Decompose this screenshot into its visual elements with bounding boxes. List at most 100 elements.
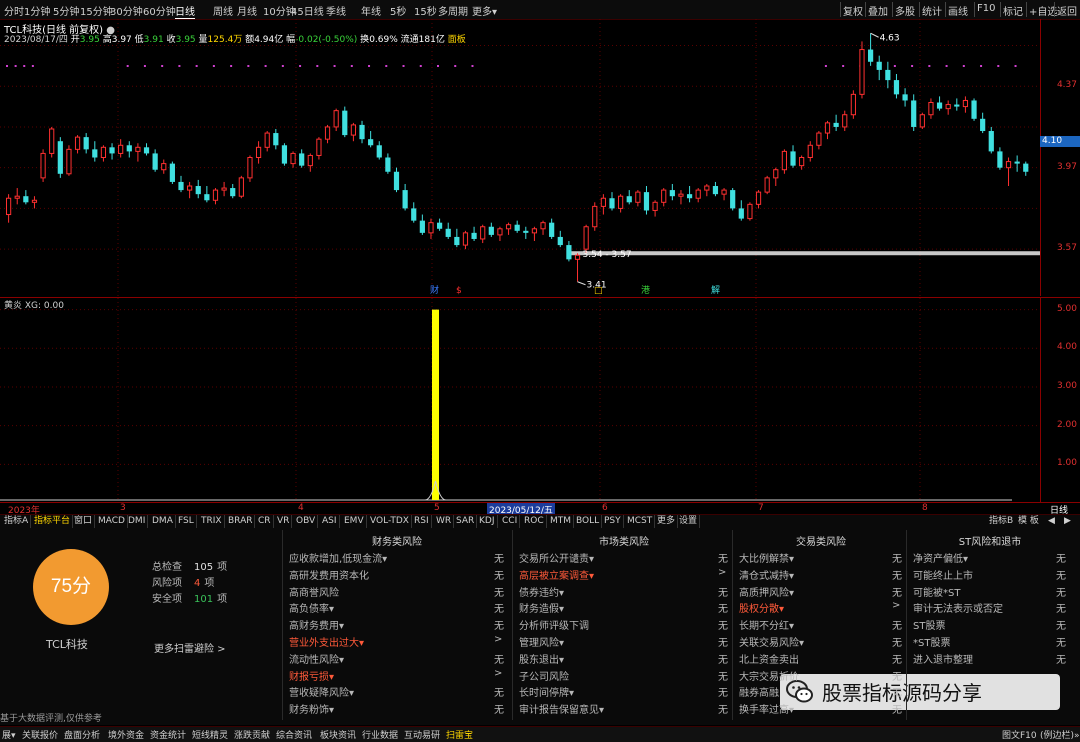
event-marker-0[interactable]: 财 — [430, 284, 439, 296]
risk-item-2-3[interactable]: 股权分散▾ — [739, 600, 784, 615]
indicator-tab-2[interactable]: 窗口 — [72, 515, 96, 528]
candle-body-down[interactable] — [109, 147, 115, 154]
candle-body-down[interactable] — [833, 122, 839, 127]
candle-body-down[interactable] — [980, 118, 986, 132]
indicator-tab-7[interactable]: TRIX — [199, 515, 225, 528]
candle-body-up[interactable] — [807, 144, 813, 158]
candle-body-down[interactable] — [988, 131, 994, 152]
candle-body-up[interactable] — [919, 114, 925, 128]
indicator-tab-20[interactable]: ROC — [522, 515, 547, 528]
candle-body-down[interactable] — [790, 151, 796, 166]
indicator-tab-right-0[interactable]: 指标B — [987, 515, 1015, 528]
indicator-signal-bar[interactable] — [432, 309, 439, 500]
indicator-tab-5[interactable]: DMA — [150, 515, 176, 528]
candle-body-up[interactable] — [583, 226, 589, 250]
period-button-3[interactable]: 15分钟 — [80, 3, 113, 18]
risk-item-2-1[interactable]: 清仓式减持▾ — [739, 567, 794, 582]
candle-body-up[interactable] — [100, 146, 107, 159]
candle-body-up[interactable] — [135, 146, 141, 152]
status-item-0[interactable]: 展▾ — [2, 728, 16, 741]
candle-body-up[interactable] — [247, 157, 253, 179]
risk-item-0-0[interactable]: 应收款增加,低现金流▾ — [289, 550, 387, 565]
event-marker-4[interactable]: 解 — [711, 284, 720, 296]
status-item-2[interactable]: 盘面分析 — [64, 728, 100, 741]
candle-body-up[interactable] — [618, 195, 624, 209]
candle-body-up[interactable] — [255, 146, 262, 159]
candle-body-up[interactable] — [290, 152, 296, 165]
status-item-5[interactable]: 短线精灵 — [192, 728, 228, 741]
status-item-9[interactable]: 行业数据 — [362, 728, 398, 741]
candle-body-up[interactable] — [49, 128, 55, 154]
indicator-tab-23[interactable]: PSY — [602, 515, 624, 528]
risk-item-0-7[interactable]: 财报亏损▾ — [289, 668, 334, 683]
candle-body-down[interactable] — [83, 137, 89, 150]
indicator-tab-9[interactable]: CR — [256, 515, 274, 528]
risk-item-0-3[interactable]: 高负债率▾ — [289, 600, 334, 615]
candle-body-down[interactable] — [1023, 163, 1029, 172]
candle-body-down[interactable] — [152, 153, 158, 170]
indicator-tab-8[interactable]: BRAR — [226, 515, 256, 528]
indicator-tab-18[interactable]: KDJ — [477, 515, 498, 528]
candle-body-down[interactable] — [514, 224, 520, 231]
risk-item-3-3[interactable]: 审计无法表示或否定 — [913, 600, 1003, 615]
toolbar-button-5[interactable]: F10 — [977, 3, 995, 14]
candle-body-down[interactable] — [936, 102, 943, 109]
candle-body-down[interactable] — [954, 104, 960, 107]
period-button-1[interactable]: 1分钟 — [24, 3, 50, 18]
period-button-15[interactable]: 多周期 — [438, 3, 468, 18]
candle-body-up[interactable] — [212, 189, 219, 201]
price-chart[interactable]: 4.633.413.54 - 3.57财 $ □ 港解 — [0, 19, 1040, 296]
candle-body-down[interactable] — [204, 194, 210, 201]
candle-body-down[interactable] — [92, 149, 98, 158]
indicator-tab-21[interactable]: MTM — [548, 515, 575, 528]
indicator-tab-right-1[interactable]: 模 板 — [1016, 515, 1041, 528]
risk-item-0-9[interactable]: 财务粉饰▾ — [289, 701, 334, 716]
indicator-tab-0[interactable]: 指标A — [2, 515, 32, 528]
candle-body-down[interactable] — [902, 94, 908, 101]
risk-item-0-8[interactable]: 营收疑降风险▾ — [289, 684, 354, 699]
candle-body-down[interactable] — [549, 222, 555, 237]
candle-body-down[interactable] — [419, 220, 425, 233]
candle-body-down[interactable] — [411, 208, 417, 221]
candle-body-down[interactable] — [299, 153, 305, 166]
candle-body-up[interactable] — [773, 169, 779, 179]
candle-body-up[interactable] — [531, 228, 538, 234]
risk-item-2-5[interactable]: 关联交易风险▾ — [739, 634, 804, 649]
risk-item-3-5[interactable]: *ST股票 — [913, 634, 950, 649]
status-item-8[interactable]: 板块资讯 — [320, 728, 356, 741]
indicator-tab-24[interactable]: MCST — [625, 515, 656, 528]
risk-item-2-7[interactable]: 大宗交易折价 — [739, 668, 799, 683]
candle-body-down[interactable] — [342, 110, 348, 136]
candle-body-down[interactable] — [445, 228, 451, 237]
candle-body-up[interactable] — [850, 93, 856, 116]
indicator-tab-25[interactable]: 更多 — [655, 515, 679, 528]
risk-item-2-9[interactable]: 换手率过高▾ — [739, 701, 794, 716]
candle-body-down[interactable] — [669, 190, 675, 197]
indicator-tab-17[interactable]: SAR — [454, 515, 478, 528]
candle-body-down[interactable] — [885, 69, 891, 81]
indicator-tab-10[interactable]: VR — [275, 515, 293, 528]
risk-item-1-0[interactable]: 交易所公开谴责▾ — [519, 550, 594, 565]
candle-body-up[interactable] — [14, 195, 20, 199]
candle-body-up[interactable] — [781, 150, 787, 171]
candle-body-up[interactable] — [118, 144, 124, 154]
candle-body-down[interactable] — [868, 49, 874, 62]
candle-body-up[interactable] — [928, 102, 934, 116]
candle-body-up[interactable] — [428, 222, 434, 234]
indicator-tab-4[interactable]: DMI — [126, 515, 149, 528]
toolbar-button-3[interactable]: 统计 — [922, 3, 942, 18]
candle-body-up[interactable] — [324, 126, 331, 140]
indicator-tab-3[interactable]: MACD — [96, 515, 128, 528]
candle-body-up[interactable] — [635, 191, 641, 203]
indicator-chart[interactable] — [0, 297, 1040, 503]
candle-body-down[interactable] — [402, 190, 408, 209]
risk-item-3-1[interactable]: 可能终止上市 — [913, 567, 973, 582]
period-button-0[interactable]: 分时 — [4, 3, 24, 18]
indicator-tab-15[interactable]: RSI — [412, 515, 432, 528]
toolbar-button-2[interactable]: 多股 — [895, 3, 915, 18]
risk-item-0-5[interactable]: 营业外支出过大▾ — [289, 634, 364, 649]
candle-body-up[interactable] — [859, 49, 865, 95]
more-scan-link[interactable]: 更多扫雷避险 > — [154, 640, 226, 655]
indicator-tab-6[interactable]: FSL — [176, 515, 197, 528]
candle-body-up[interactable] — [31, 199, 38, 203]
